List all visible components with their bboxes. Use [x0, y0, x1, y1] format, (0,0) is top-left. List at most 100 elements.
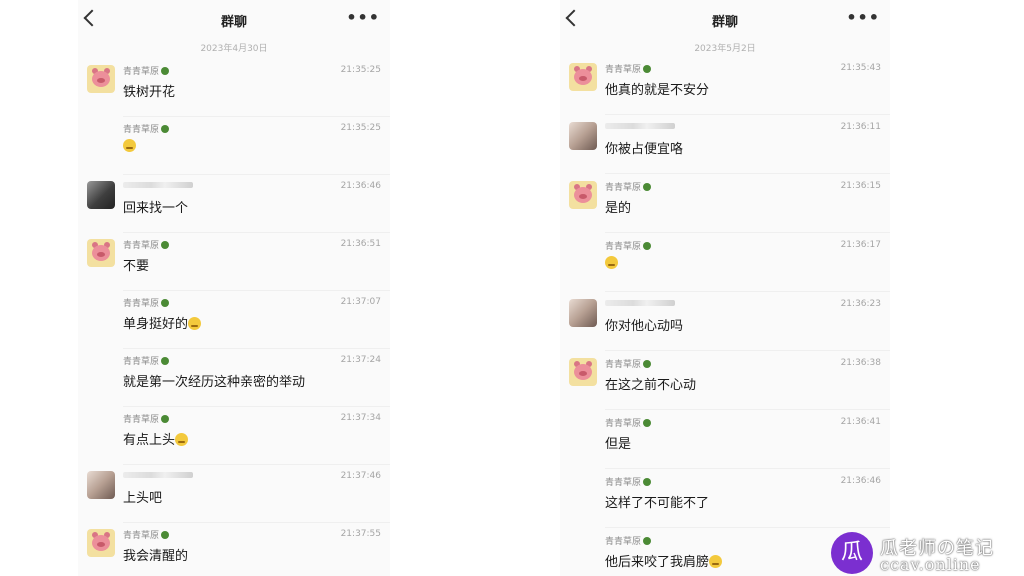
tree-icon: [643, 478, 652, 486]
sender-name-text: 青青草原: [605, 419, 642, 429]
sender-name-text: 青青草原: [605, 360, 642, 370]
message-text: 有点上头: [123, 429, 189, 448]
tree-icon: [161, 357, 170, 365]
avatar[interactable]: [569, 299, 597, 327]
tree-icon: [643, 419, 652, 427]
tree-icon: [643, 242, 652, 250]
sender-name: 青青草原: [123, 528, 170, 541]
avatar[interactable]: [569, 181, 597, 209]
divider: [605, 114, 890, 115]
avatar[interactable]: [87, 181, 115, 209]
sender-name: 青青草原: [123, 354, 170, 367]
divider: [605, 291, 890, 292]
avatar[interactable]: [569, 63, 597, 91]
message-row[interactable]: 青青草原 21:37:55 我会清醒的: [78, 523, 390, 576]
message-body: 单身挺好的: [123, 317, 189, 332]
sender-name: 青青草原: [605, 534, 652, 547]
message-row[interactable]: 青青草原 21:36:15 是的: [560, 175, 890, 233]
avatar[interactable]: [569, 358, 597, 386]
sender-name-text: 青青草原: [123, 125, 160, 135]
message-text: [123, 139, 136, 154]
message-row[interactable]: 青青草原 21:36:51 不要: [78, 233, 390, 291]
message-row[interactable]: 青青草原 21:35:25: [78, 117, 390, 175]
message-text: 是的: [605, 197, 631, 216]
divider: [605, 350, 890, 351]
message-row[interactable]: 21:36:11 你被占便宜咯: [560, 116, 890, 174]
message-time: 21:35:25: [340, 123, 381, 133]
message-row[interactable]: 青青草原 21:35:25 铁树开花: [78, 59, 390, 117]
message-text: 单身挺好的: [123, 313, 202, 332]
message-text: 在这之前不心动: [605, 374, 696, 393]
message-row[interactable]: 青青草原 21:35:43 他真的就是不安分: [560, 57, 890, 115]
message-text: [605, 256, 618, 271]
avatar[interactable]: [87, 65, 115, 93]
tree-icon: [643, 183, 652, 191]
message-time: 21:35:43: [840, 63, 881, 73]
message-row[interactable]: 青青草原 21:36:46 这样了不可能不了: [560, 470, 890, 528]
sender-name: 青青草原: [123, 296, 170, 309]
message-text: 回来找一个: [123, 197, 188, 216]
message-text: 你对他心动吗: [605, 315, 683, 334]
message-body: 上头吧: [123, 491, 163, 506]
sender-name: 青青草原: [605, 416, 652, 429]
message-row[interactable]: 青青草原 21:36:38 在这之前不心动: [560, 352, 890, 410]
message-row[interactable]: 21:36:46 回来找一个: [78, 175, 390, 233]
tree-icon: [643, 65, 652, 73]
left-chat-panel: 群聊 ••• 2023年4月30日 青青草原 21:35:25 铁树开花 青青草原 21…: [78, 0, 390, 576]
message-text: 这样了不可能不了: [605, 492, 709, 511]
message-body: 但是: [605, 437, 632, 452]
sender-name-text: 青青草原: [605, 478, 642, 488]
sender-name-text: 青青草原: [123, 357, 160, 367]
message-text: 他真的就是不安分: [605, 79, 709, 98]
message-text: 但是: [605, 433, 631, 452]
message-time: 21:36:51: [340, 239, 381, 249]
avatar[interactable]: [87, 529, 115, 557]
emoji-icon: [188, 317, 202, 330]
message-body: 铁树开花: [123, 85, 176, 100]
sender-name: 青青草原: [123, 122, 170, 135]
message-time: 21:37:07: [340, 297, 381, 307]
message-body: 就是第一次经历这种亲密的举动: [123, 375, 306, 390]
tree-icon: [643, 537, 652, 545]
message-row[interactable]: 21:36:23 你对他心动吗: [560, 293, 890, 351]
tree-icon: [161, 241, 170, 249]
message-time: 21:36:17: [840, 240, 881, 250]
message-time: 21:36:38: [840, 358, 881, 368]
sender-name: 青青草原: [605, 62, 652, 75]
message-row[interactable]: 青青草原 21:36:41 但是: [560, 411, 890, 469]
message-row[interactable]: 青青草原 21:37:24 就是第一次经历这种亲密的举动: [78, 349, 390, 407]
blurred-sender-name: [123, 472, 193, 478]
tree-icon: [161, 531, 170, 539]
sender-name: 青青草原: [605, 239, 652, 252]
message-time: 21:36:23: [840, 299, 881, 309]
tree-icon: [161, 67, 170, 75]
message-body: 我会清醒的: [123, 549, 189, 564]
emoji-icon: [175, 433, 189, 446]
avatar[interactable]: [87, 239, 115, 267]
divider: [605, 409, 890, 410]
message-row[interactable]: 青青草原 21:37:34 有点上头: [78, 407, 390, 465]
divider: [605, 527, 890, 528]
sender-name-text: 青青草原: [123, 531, 160, 541]
message-row[interactable]: 21:37:46 上头吧: [78, 465, 390, 523]
sender-name-text: 青青草原: [123, 67, 160, 77]
date-separator: 2023年4月30日: [200, 44, 268, 54]
more-options-icon[interactable]: •••: [346, 8, 380, 27]
message-body: 有点上头: [123, 433, 176, 448]
message-time: 21:35:25: [340, 65, 381, 75]
divider: [605, 468, 890, 469]
emoji-icon: [123, 139, 136, 152]
sender-name: 青青草原: [123, 238, 170, 251]
tree-icon: [161, 299, 170, 307]
message-body: 你被占便宜咯: [605, 142, 684, 157]
avatar[interactable]: [87, 471, 115, 499]
message-text: 我会清醒的: [123, 545, 188, 564]
sender-name-text: 青青草原: [605, 242, 642, 252]
message-row[interactable]: 青青草原 21:36:17: [560, 234, 890, 292]
date-separator: 2023年5月2日: [694, 44, 756, 54]
emoji-icon: [709, 555, 723, 568]
more-options-icon[interactable]: •••: [846, 8, 880, 27]
avatar[interactable]: [569, 122, 597, 150]
blurred-sender-name: [605, 300, 675, 306]
message-row[interactable]: 青青草原 21:37:07 单身挺好的: [78, 291, 390, 349]
